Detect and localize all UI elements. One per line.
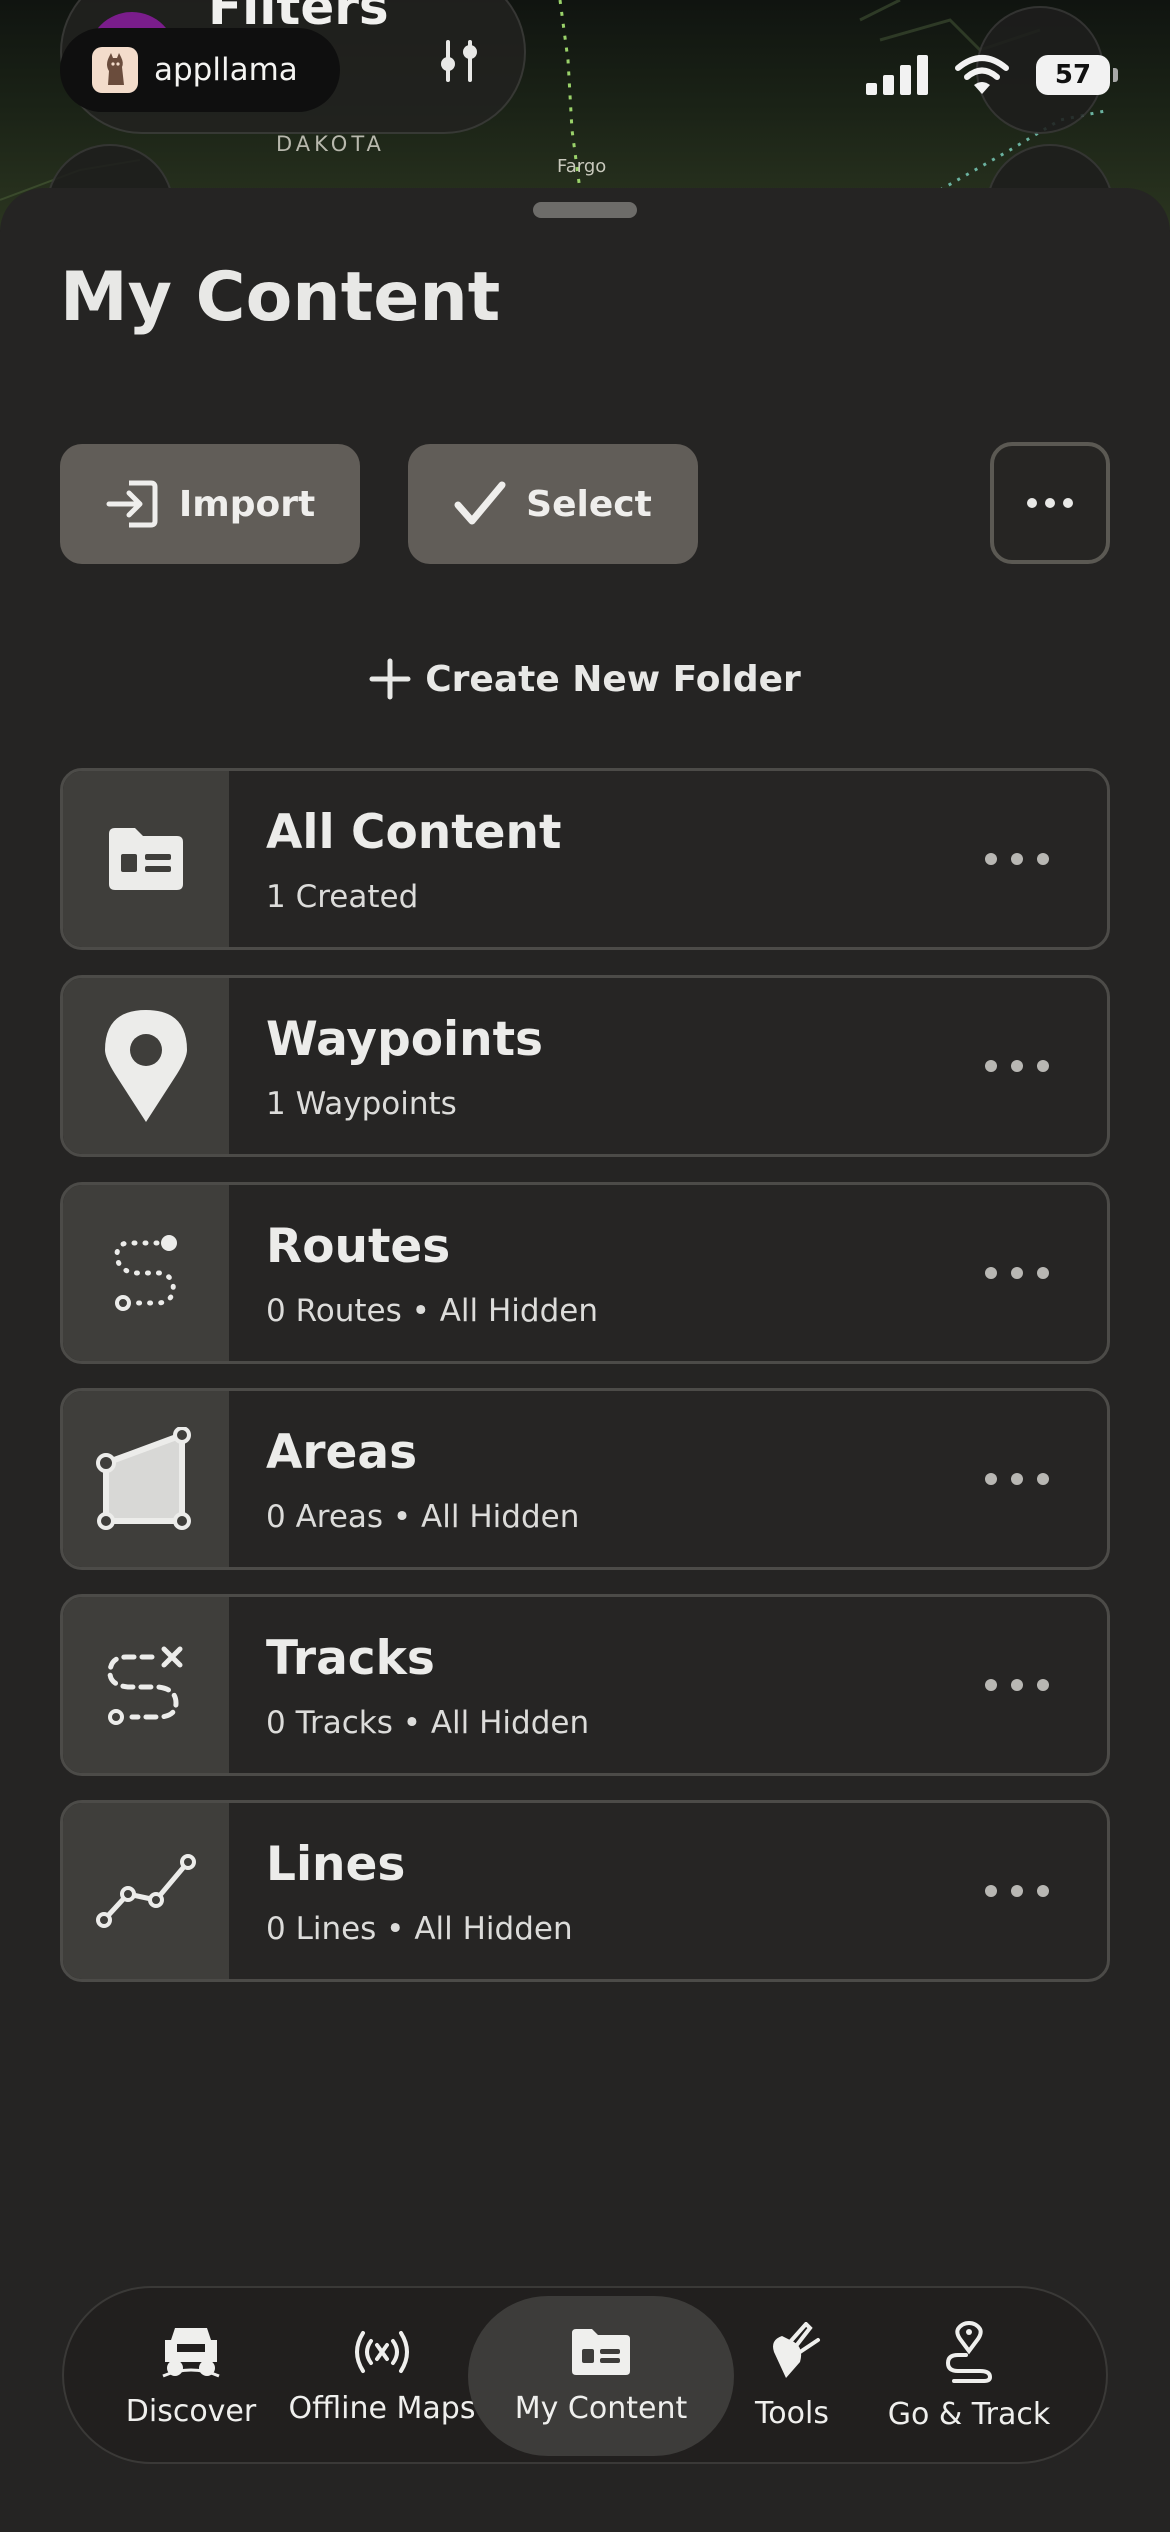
map-region-label: DAKOTA (276, 132, 385, 156)
tab-go-and-track[interactable]: Go & Track (874, 2288, 1064, 2464)
tab-label: Tools (755, 2395, 829, 2431)
ellipsis-dot (1011, 853, 1023, 865)
folder-icon (63, 771, 229, 947)
ellipsis-dot (985, 1473, 997, 1485)
track-icon (63, 1597, 229, 1773)
status-icons: 57 (866, 48, 1118, 102)
select-button-label: Select (526, 483, 652, 525)
pin-route-icon (945, 2320, 993, 2383)
ellipsis-dot (985, 1267, 997, 1279)
list-item-routes[interactable]: Routes 0 Routes • All Hidden (60, 1182, 1110, 1364)
list-item-title: Tracks (266, 1631, 435, 1686)
tab-discover[interactable]: Discover (116, 2288, 266, 2464)
row-more-button[interactable] (985, 1467, 1049, 1491)
route-icon (63, 1185, 229, 1361)
list-item-title: Waypoints (266, 1012, 544, 1067)
jeep-icon (162, 2327, 220, 2377)
create-new-folder-label: Create New Folder (425, 658, 801, 700)
llama-icon (92, 47, 138, 93)
ellipsis-dot (1037, 1060, 1049, 1072)
ellipsis-dot (985, 853, 997, 865)
tab-my-content[interactable]: My Content (468, 2288, 734, 2464)
ellipsis-dot (1011, 1679, 1023, 1691)
ellipsis-dot (1037, 1885, 1049, 1897)
more-options-button[interactable] (990, 442, 1110, 564)
sheet-grabber[interactable] (533, 202, 637, 218)
list-item-subtitle: 0 Areas • All Hidden (266, 1499, 580, 1535)
bottom-tab-bar: Discover Offline Maps My Content Tools G… (62, 2286, 1108, 2464)
list-item-subtitle: 1 Waypoints (266, 1086, 457, 1122)
ellipsis-dot (1027, 498, 1037, 508)
row-more-button[interactable] (985, 847, 1049, 871)
ellipsis-dot (1037, 853, 1049, 865)
area-icon (63, 1391, 229, 1567)
row-more-button[interactable] (985, 1261, 1049, 1285)
map-city-label: Fargo (557, 156, 607, 177)
list-item-title: Lines (266, 1837, 406, 1892)
multitool-icon (773, 2321, 820, 2378)
signal-icon (355, 2330, 409, 2373)
select-button[interactable]: Select (408, 444, 698, 564)
ellipsis-dot (1011, 1060, 1023, 1072)
tab-label: Discover (125, 2393, 257, 2429)
ellipsis-dot (1045, 498, 1055, 508)
row-more-button[interactable] (985, 1879, 1049, 1903)
ellipsis-dot (1011, 1885, 1023, 1897)
list-item-tracks[interactable]: Tracks 0 Tracks • All Hidden (60, 1594, 1110, 1776)
list-item-subtitle: 0 Tracks • All Hidden (266, 1705, 590, 1741)
sliders-icon (441, 40, 477, 82)
row-more-button[interactable] (985, 1054, 1049, 1078)
tab-label: My Content (514, 2390, 688, 2426)
page-title: My Content (60, 258, 501, 337)
import-button[interactable]: Import (60, 444, 360, 564)
row-more-button[interactable] (985, 1673, 1049, 1697)
ellipsis-dot (1037, 1267, 1049, 1279)
plus-icon (369, 658, 411, 700)
list-item-all-content[interactable]: All Content 1 Created (60, 768, 1110, 950)
app-pill-label: appllama (154, 52, 298, 88)
list-item-title: Routes (266, 1219, 451, 1274)
my-content-sheet: My Content Import Select Create New Fold… (0, 188, 1170, 2532)
list-item-subtitle: 0 Routes • All Hidden (266, 1293, 598, 1329)
list-item-areas[interactable]: Areas 0 Areas • All Hidden (60, 1388, 1110, 1570)
cellular-signal-icon (866, 55, 928, 95)
map-pin-icon (63, 978, 229, 1154)
app-pill[interactable]: appllama (60, 28, 340, 112)
battery-indicator: 57 (1036, 55, 1118, 95)
line-icon (63, 1803, 229, 1979)
list-item-subtitle: 0 Lines • All Hidden (266, 1911, 573, 1947)
ellipsis-dot (1011, 1267, 1023, 1279)
create-new-folder-button[interactable]: Create New Folder (0, 658, 1170, 700)
import-icon (106, 480, 158, 528)
tab-label: Offline Maps (288, 2390, 476, 2426)
app-root: DAKOTA Fargo Filters g appllama (0, 0, 1170, 2532)
tab-offline-maps[interactable]: Offline Maps (288, 2288, 476, 2464)
list-item-title: Areas (266, 1425, 418, 1480)
wifi-icon (955, 55, 1009, 94)
ellipsis-dot (1037, 1473, 1049, 1485)
ellipsis-dot (985, 1060, 997, 1072)
checkmark-icon (454, 481, 506, 525)
list-item-title: All Content (266, 805, 562, 860)
ellipsis-dot (1037, 1679, 1049, 1691)
tab-tools[interactable]: Tools (732, 2288, 852, 2464)
list-item-waypoints[interactable]: Waypoints 1 Waypoints (60, 975, 1110, 1157)
list-item-lines[interactable]: Lines 0 Lines • All Hidden (60, 1800, 1110, 1982)
folder-icon (572, 2328, 630, 2375)
ellipsis-dot (1063, 498, 1073, 508)
battery-level: 57 (1054, 60, 1092, 90)
import-button-label: Import (178, 483, 316, 525)
ellipsis-dot (1011, 1473, 1023, 1485)
ellipsis-dot (985, 1885, 997, 1897)
tab-label: Go & Track (887, 2396, 1051, 2432)
list-item-subtitle: 1 Created (266, 879, 419, 915)
ellipsis-dot (985, 1679, 997, 1691)
